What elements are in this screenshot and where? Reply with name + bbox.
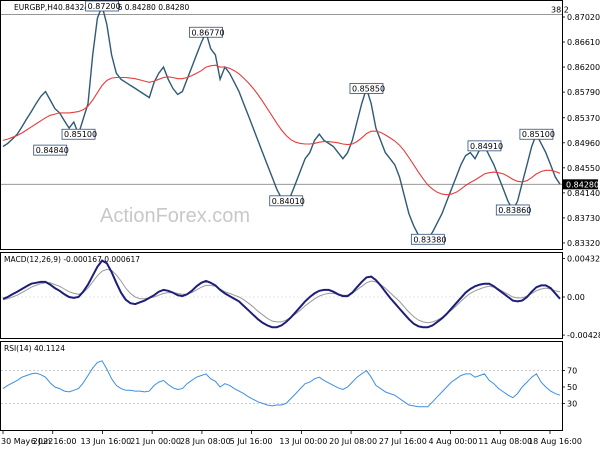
price-header-values: 0.84324 0.84476 0.84280 0.84280 — [58, 3, 189, 12]
x-axis: 30 May 20226 Jun 16:00 13 Jun 16:0021 Jun… — [1, 431, 582, 446]
price-label: 0.85100 — [522, 130, 555, 139]
watermark: ActionForex.com — [100, 205, 250, 227]
price-tick-label: 0.83730 — [567, 214, 600, 223]
rsi-tick-label: 50 — [567, 383, 577, 392]
price-tick-label: 0.84550 — [567, 164, 600, 173]
x-tick-label: 20 Jul 08:00 — [329, 437, 377, 446]
current-price-label: 0.84280 — [566, 180, 599, 189]
price-tick-label: 0.84140 — [567, 189, 600, 198]
price-label: 0.86770 — [191, 28, 224, 37]
x-tick-label: 21 Jun 00:00 — [130, 437, 181, 446]
macd-tick-label: 0.004325 — [567, 255, 600, 264]
price-tick-label: 0.85370 — [567, 114, 600, 123]
price-tick-label: 0.86200 — [567, 63, 600, 72]
rsi-tick-label: 30 — [567, 399, 577, 408]
x-tick-label: 18 Aug 16:00 — [528, 437, 582, 446]
x-tick-label: 6 Jun 16:00 — [31, 437, 77, 446]
price-label: 0.83380 — [413, 235, 446, 244]
x-tick-label: 5 Jul 16:00 — [230, 437, 273, 446]
forex-chart: ActionForex.com EURGBP,H4 0.84324 0.8447… — [0, 0, 600, 446]
price-tick-label: 0.84960 — [567, 139, 600, 148]
price-axis: 0.87020 0.86610 0.86200 0.85790 0.85370 0.849… — [562, 13, 600, 248]
price-panel — [0, 0, 563, 250]
x-tick-label: 27 Jul 16:00 — [379, 437, 427, 446]
price-tick-label: 0.86610 — [567, 38, 600, 47]
macd-tick-label: -0.004288 — [567, 331, 600, 340]
price-label: 0.87200 — [88, 2, 121, 11]
macd-header: MACD(12,26,9) -0.000167 0.000617 — [4, 255, 140, 264]
x-tick-label: 4 Aug 00:00 — [429, 437, 478, 446]
rsi-panel — [0, 341, 563, 431]
price-header-symbol: EURGBP,H4 — [14, 3, 58, 12]
macd-tick-label: 0.00 — [567, 293, 585, 302]
x-tick-label: 11 Aug 08:00 — [478, 437, 532, 446]
price-label: 0.84840 — [36, 146, 69, 155]
price-label: 0.83860 — [498, 206, 531, 215]
rsi-axis: 70 50 30 — [562, 367, 577, 408]
rsi-tick-label: 70 — [567, 367, 577, 376]
price-label: 0.85100 — [64, 130, 97, 139]
x-tick-label: 13 Jun 16:00 — [80, 437, 131, 446]
price-label: 0.84010 — [272, 197, 305, 206]
price-tick-label: 0.83320 — [567, 239, 600, 248]
price-tick-label: 0.87020 — [567, 13, 600, 22]
price-label: 0.85850 — [352, 84, 385, 93]
price-tick-label: 0.85790 — [567, 88, 600, 97]
rsi-header: RSI(14) 40.1124 — [4, 344, 65, 353]
macd-axis: 0.004325 0.00 -0.004288 — [562, 255, 600, 340]
x-tick-label: 28 Jun 08:00 — [180, 437, 231, 446]
price-label: 0.84910 — [470, 142, 503, 151]
x-tick-label: 13 Jul 00:00 — [279, 437, 327, 446]
